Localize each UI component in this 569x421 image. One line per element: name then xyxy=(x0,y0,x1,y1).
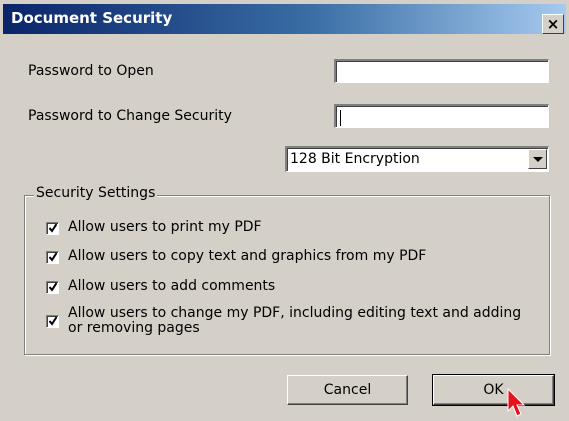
close-icon: × xyxy=(546,15,560,33)
encryption-select-value: 128 Bit Encryption xyxy=(290,151,420,167)
copy-permission-checkbox[interactable] xyxy=(46,251,59,264)
print-permission-checkbox[interactable] xyxy=(46,222,59,235)
copy-permission-option[interactable]: Allow users to copy text and graphics fr… xyxy=(46,248,426,264)
encryption-select[interactable]: 128 Bit Encryption xyxy=(285,146,549,172)
ok-button[interactable]: OK xyxy=(432,374,555,406)
print-permission-label: Allow users to print my PDF xyxy=(68,219,262,235)
copy-permission-label: Allow users to copy text and graphics fr… xyxy=(68,248,427,264)
password-change-label: Password to Change Security xyxy=(28,108,232,124)
cancel-button[interactable]: Cancel xyxy=(287,375,408,405)
close-button[interactable]: × xyxy=(542,14,564,34)
change-permission-label: Allow users to change my PDF, including … xyxy=(68,305,522,336)
title-bar[interactable]: Document Security × xyxy=(3,4,566,34)
document-security-dialog: Document Security × Password to Open Pas… xyxy=(0,0,569,421)
password-open-label: Password to Open xyxy=(28,63,154,79)
password-open-input[interactable] xyxy=(334,59,549,83)
chevron-down-icon[interactable] xyxy=(528,149,547,169)
comment-permission-label: Allow users to add comments xyxy=(68,278,276,294)
comment-permission-option[interactable]: Allow users to add comments xyxy=(46,278,275,294)
password-change-input[interactable] xyxy=(334,104,549,128)
change-permission-checkbox[interactable] xyxy=(46,315,59,328)
check-icon xyxy=(49,252,57,262)
check-icon xyxy=(49,316,57,326)
mouse-pointer-icon xyxy=(507,388,526,417)
check-icon xyxy=(49,223,57,233)
comment-permission-checkbox[interactable] xyxy=(46,281,59,294)
change-permission-option[interactable]: Allow users to change my PDF, including … xyxy=(46,306,526,336)
check-icon xyxy=(49,282,57,292)
print-permission-option[interactable]: Allow users to print my PDF xyxy=(46,219,262,235)
dialog-title: Document Security xyxy=(11,9,173,27)
text-caret xyxy=(340,110,341,126)
security-settings-legend: Security Settings xyxy=(34,185,158,201)
